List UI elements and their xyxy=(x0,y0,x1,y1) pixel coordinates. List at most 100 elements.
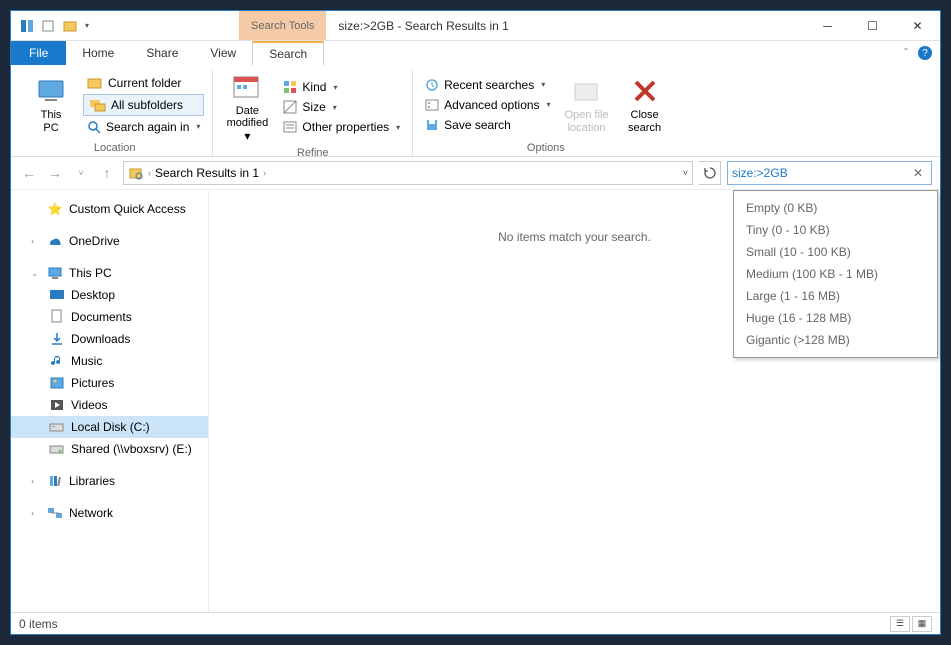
size-option[interactable]: Gigantic (>128 MB) xyxy=(734,329,937,351)
ribbon-group-options: Recent searches▾ Advanced options▾ Save … xyxy=(413,69,678,156)
chevron-down-icon: ▾ xyxy=(541,80,545,89)
music-icon xyxy=(49,353,65,369)
close-search-button[interactable]: Close search xyxy=(619,69,671,140)
home-tab[interactable]: Home xyxy=(66,41,130,65)
address-dropdown-icon[interactable]: ˅ xyxy=(683,168,688,178)
close-button[interactable]: ✕ xyxy=(895,11,940,40)
chevron-down-icon: ▾ xyxy=(396,123,400,132)
size-option[interactable]: Large (1 - 16 MB) xyxy=(734,285,937,307)
status-bar: 0 items ☰ ▦ xyxy=(11,612,940,634)
tree-this-pc[interactable]: ⌄This PC xyxy=(11,262,208,284)
maximize-button[interactable]: ☐ xyxy=(850,11,895,40)
save-search-button[interactable]: Save search xyxy=(421,116,554,134)
downloads-icon xyxy=(49,331,65,347)
titlebar: ▾ Search Tools size:>2GB - Search Result… xyxy=(11,11,940,41)
empty-results-message: No items match your search. xyxy=(498,230,651,244)
up-button[interactable]: ↑ xyxy=(97,165,117,181)
thumbnails-view-button[interactable]: ▦ xyxy=(912,616,932,632)
search-icon xyxy=(87,120,101,134)
quick-access-toolbar: ▾ xyxy=(11,11,89,40)
help-icon[interactable]: ? xyxy=(918,46,932,60)
qat-dropdown-icon[interactable]: ▾ xyxy=(85,21,89,30)
current-folder-button[interactable]: Current folder xyxy=(83,74,204,92)
properties-icon[interactable] xyxy=(41,18,57,34)
search-results-pane: No items match your search. Empty (0 KB)… xyxy=(209,190,940,612)
view-tab[interactable]: View xyxy=(194,41,252,65)
navigation-bar: ← → ˅ ↑ › Search Results in 1 › ˅ ✕ xyxy=(11,157,940,189)
ribbon-group-refine: Date modified▾ Kind▾ Size▾ Other propert… xyxy=(213,69,413,156)
size-filter-dropdown: Empty (0 KB) Tiny (0 - 10 KB) Small (10 … xyxy=(733,190,938,358)
kind-icon xyxy=(283,80,297,94)
details-view-button[interactable]: ☰ xyxy=(890,616,910,632)
tree-pictures[interactable]: Pictures xyxy=(11,372,208,394)
size-button[interactable]: Size▾ xyxy=(279,98,404,116)
documents-icon xyxy=(49,309,65,325)
navigation-pane[interactable]: ⭐Custom Quick Access ›OneDrive ⌄This PC … xyxy=(11,190,209,612)
other-properties-button[interactable]: Other properties▾ xyxy=(279,118,404,136)
back-button[interactable]: ← xyxy=(19,165,39,181)
calendar-icon xyxy=(231,71,263,103)
new-folder-icon[interactable] xyxy=(63,18,79,34)
explorer-icon xyxy=(19,18,35,34)
breadcrumb-separator[interactable]: › xyxy=(263,168,266,178)
properties-icon xyxy=(283,120,297,134)
tree-onedrive[interactable]: ›OneDrive xyxy=(11,230,208,252)
tree-local-disk[interactable]: Local Disk (C:) xyxy=(11,416,208,438)
recent-searches-button[interactable]: Recent searches▾ xyxy=(421,76,554,94)
share-tab[interactable]: Share xyxy=(130,41,194,65)
file-tab[interactable]: File xyxy=(11,41,66,65)
content-area: ⭐Custom Quick Access ›OneDrive ⌄This PC … xyxy=(11,189,940,612)
tree-downloads[interactable]: Downloads xyxy=(11,328,208,350)
collapse-ribbon-icon[interactable]: ˆ xyxy=(904,46,908,60)
all-subfolders-button[interactable]: All subfolders xyxy=(83,94,204,116)
minimize-button[interactable]: ─ xyxy=(805,11,850,40)
date-modified-button[interactable]: Date modified▾ xyxy=(221,69,273,145)
tree-quick-access[interactable]: ⭐Custom Quick Access xyxy=(11,198,208,220)
size-option[interactable]: Huge (16 - 128 MB) xyxy=(734,307,937,329)
onedrive-icon xyxy=(47,233,63,249)
chevron-down-icon: ▾ xyxy=(333,103,337,112)
search-box[interactable]: ✕ xyxy=(727,161,932,185)
chevron-down-icon: ▾ xyxy=(333,83,337,92)
subfolders-icon xyxy=(90,98,106,112)
search-input[interactable] xyxy=(732,166,909,180)
explorer-window: ▾ Search Tools size:>2GB - Search Result… xyxy=(10,10,941,635)
search-again-button[interactable]: Search again in▾ xyxy=(83,118,204,136)
disk-icon xyxy=(49,419,65,435)
computer-icon xyxy=(47,265,63,281)
videos-icon xyxy=(49,397,65,413)
close-x-icon xyxy=(629,75,661,107)
advanced-options-button[interactable]: Advanced options▾ xyxy=(421,96,554,114)
options-icon xyxy=(425,98,439,112)
size-icon xyxy=(283,100,297,114)
size-option[interactable]: Tiny (0 - 10 KB) xyxy=(734,219,937,241)
desktop-icon xyxy=(49,287,65,303)
search-tools-context-tab: Search Tools xyxy=(239,11,326,40)
network-icon xyxy=(47,505,63,521)
size-option[interactable]: Empty (0 KB) xyxy=(734,197,937,219)
address-bar[interactable]: › Search Results in 1 › ˅ xyxy=(123,161,693,185)
recent-locations-button[interactable]: ˅ xyxy=(71,168,91,178)
this-pc-button[interactable]: This PC xyxy=(25,69,77,140)
folder-icon xyxy=(87,76,103,90)
tree-videos[interactable]: Videos xyxy=(11,394,208,416)
breadcrumb-item[interactable]: Search Results in 1 xyxy=(155,166,259,180)
clear-search-icon[interactable]: ✕ xyxy=(909,166,927,180)
tree-shared-drive[interactable]: Shared (\\vboxsrv) (E:) xyxy=(11,438,208,460)
tree-desktop[interactable]: Desktop xyxy=(11,284,208,306)
kind-button[interactable]: Kind▾ xyxy=(279,78,404,96)
size-option[interactable]: Medium (100 KB - 1 MB) xyxy=(734,263,937,285)
search-tab[interactable]: Search xyxy=(252,41,324,65)
tree-documents[interactable]: Documents xyxy=(11,306,208,328)
pictures-icon xyxy=(49,375,65,391)
size-option[interactable]: Small (10 - 100 KB) xyxy=(734,241,937,263)
tree-network[interactable]: ›Network xyxy=(11,502,208,524)
history-icon xyxy=(425,78,439,92)
breadcrumb-separator[interactable]: › xyxy=(148,168,151,178)
tree-music[interactable]: Music xyxy=(11,350,208,372)
forward-button[interactable]: → xyxy=(45,165,65,181)
refresh-button[interactable] xyxy=(699,161,721,185)
folder-open-icon xyxy=(571,75,603,107)
ribbon-group-location: This PC Current folder All subfolders Se… xyxy=(17,69,213,156)
tree-libraries[interactable]: ›Libraries xyxy=(11,470,208,492)
